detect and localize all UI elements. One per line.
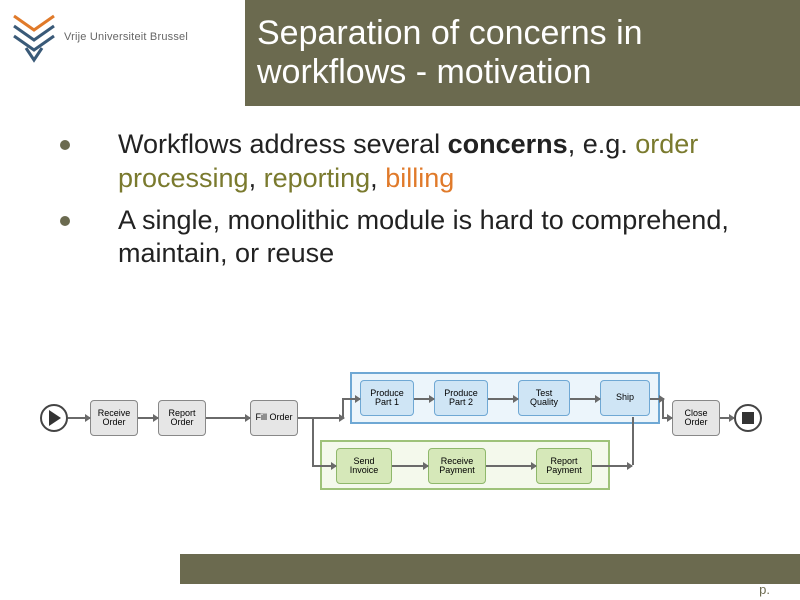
arrow [298, 417, 344, 419]
bullet-item: A single, monolithic module is hard to c… [60, 204, 760, 272]
node-ship: Ship [600, 380, 650, 416]
node-report-order: Report Order [158, 400, 206, 436]
node-report-payment: Report Payment [536, 448, 592, 484]
arrow [312, 465, 336, 467]
node-produce-part2: Produce Part 2 [434, 380, 488, 416]
arrow [486, 465, 536, 467]
arrow [414, 398, 434, 400]
node-send-invoice: Send Invoice [336, 448, 392, 484]
title-block: Separation of concerns in workflows - mo… [245, 0, 800, 106]
arrow [570, 398, 600, 400]
university-name: Vrije Universiteit Brussel [64, 31, 188, 43]
arrow [720, 417, 734, 419]
arrow [138, 417, 158, 419]
arrow [342, 398, 360, 400]
node-test-quality: Test Quality [518, 380, 570, 416]
node-close-order: Close Order [672, 400, 720, 436]
arrow [592, 465, 632, 467]
footer-bar [180, 554, 800, 584]
arrow [392, 465, 428, 467]
node-produce-part1: Produce Part 1 [360, 380, 414, 416]
university-logo-icon [12, 10, 56, 64]
bullet-icon [60, 216, 70, 226]
arrow [662, 398, 664, 418]
play-icon [49, 410, 61, 426]
slide-title: Separation of concerns in workflows - mo… [257, 14, 643, 92]
workflow-diagram: Receive Order Report Order Fill Order Pr… [40, 370, 760, 520]
node-fill-order: Fill Order [250, 400, 298, 436]
arrow [68, 417, 90, 419]
node-receive-payment: Receive Payment [428, 448, 486, 484]
arrow [662, 417, 672, 419]
bullet-text: A single, monolithic module is hard to c… [118, 204, 760, 272]
logo-area: Vrije Universiteit Brussel [12, 10, 188, 64]
arrow [312, 417, 314, 465]
arrow [632, 417, 634, 465]
bullet-list: Workflows address several concerns, e.g.… [60, 128, 760, 279]
bullet-text: Workflows address several concerns, e.g.… [118, 128, 760, 196]
stop-icon [742, 412, 754, 424]
node-receive-order: Receive Order [90, 400, 138, 436]
arrow [206, 417, 250, 419]
arrow [342, 398, 344, 418]
bullet-icon [60, 140, 70, 150]
page-number: p. [759, 582, 770, 597]
bullet-item: Workflows address several concerns, e.g.… [60, 128, 760, 196]
arrow [488, 398, 518, 400]
